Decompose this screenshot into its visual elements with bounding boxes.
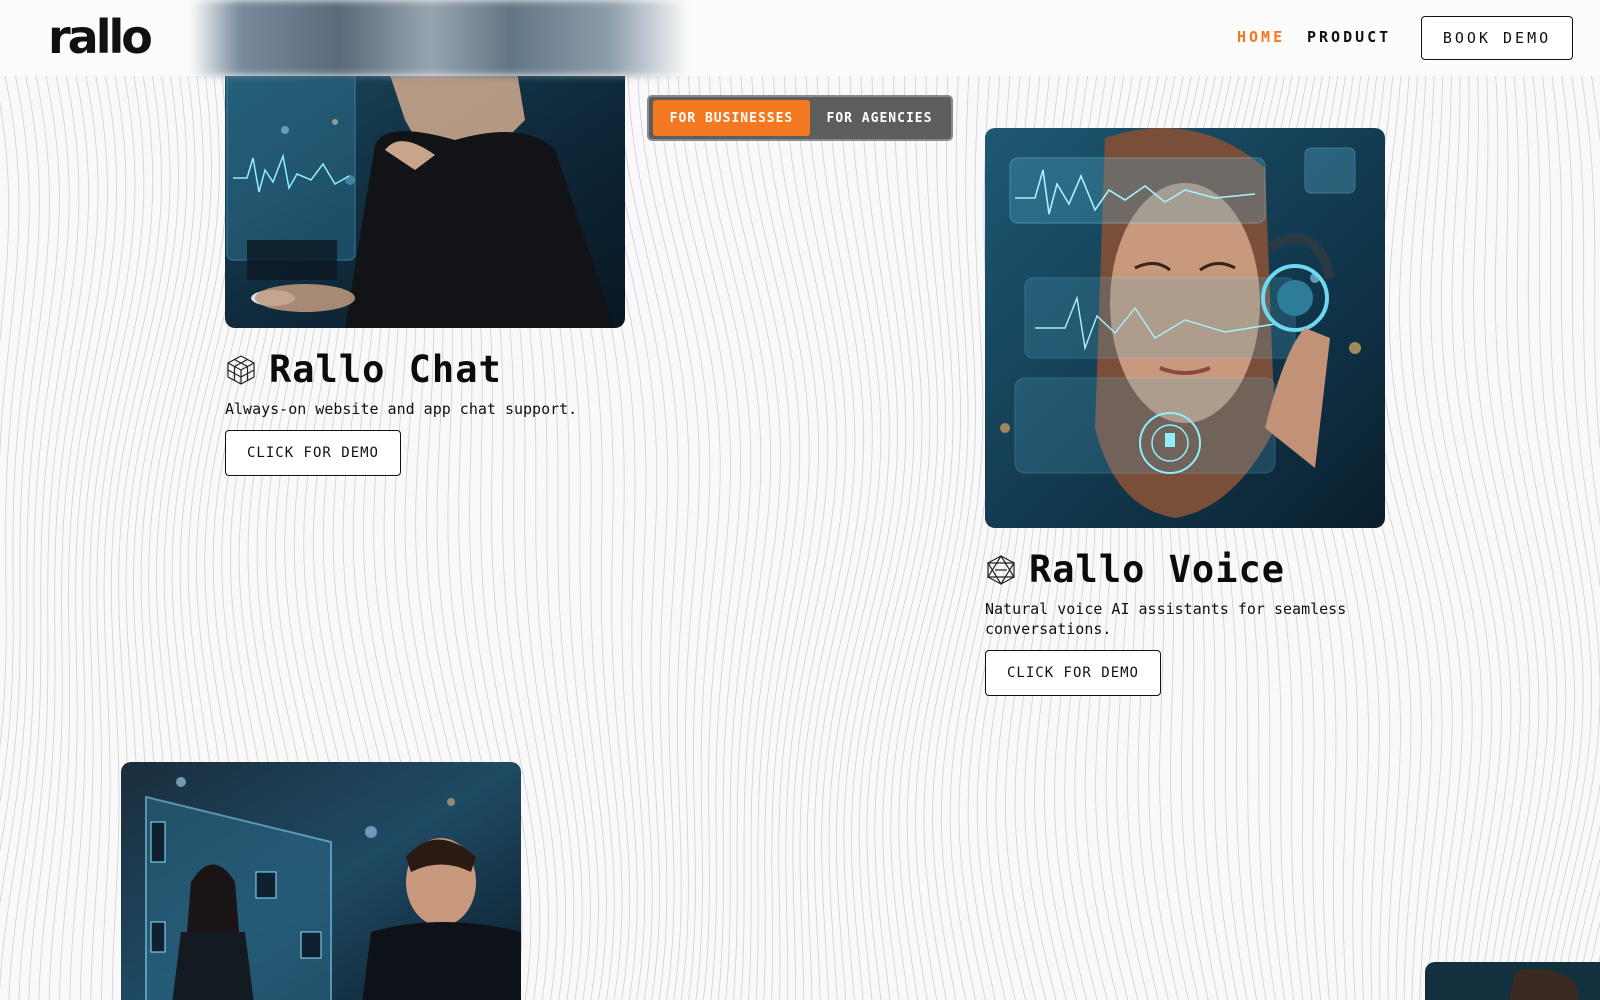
agents-product-photo [121,762,521,1000]
cube-icon [227,354,255,385]
voice-product-photo [985,128,1385,528]
chat-product-photo [225,60,625,328]
voice-demo-button[interactable]: CLICK FOR DEMO [985,650,1161,696]
book-demo-button[interactable]: BOOK DEMO [1421,16,1573,60]
toggle-for-businesses[interactable]: FOR BUSINESSES [653,100,810,136]
toggle-for-agencies[interactable]: FOR AGENCIES [812,100,947,136]
chat-demo-button[interactable]: CLICK FOR DEMO [225,430,401,476]
top-navigation-bar: rallo HOME PRODUCT BOOK DEMO [0,0,1600,76]
product-title: Rallo Chat [269,348,502,391]
product-description: Always-on website and app chat support. [225,400,578,418]
nav-link-product[interactable]: PRODUCT [1307,28,1391,46]
rallo-chat-card: Rallo Chat Always-on website and app cha… [225,348,645,476]
polyhedron-icon [986,554,1016,585]
audience-toggle: FOR BUSINESSES FOR AGENCIES [647,95,953,141]
product-description: Natural voice AI assistants for seamless… [985,600,1347,638]
rallo-logo[interactable]: rallo [48,10,153,64]
header-image-blur [190,0,690,76]
next-product-photo [1425,962,1600,1000]
product-title: Rallo Voice [1029,548,1286,591]
nav-link-home[interactable]: HOME [1237,28,1285,46]
rallo-voice-card: Rallo Voice Natural voice AI assistants … [985,548,1385,696]
